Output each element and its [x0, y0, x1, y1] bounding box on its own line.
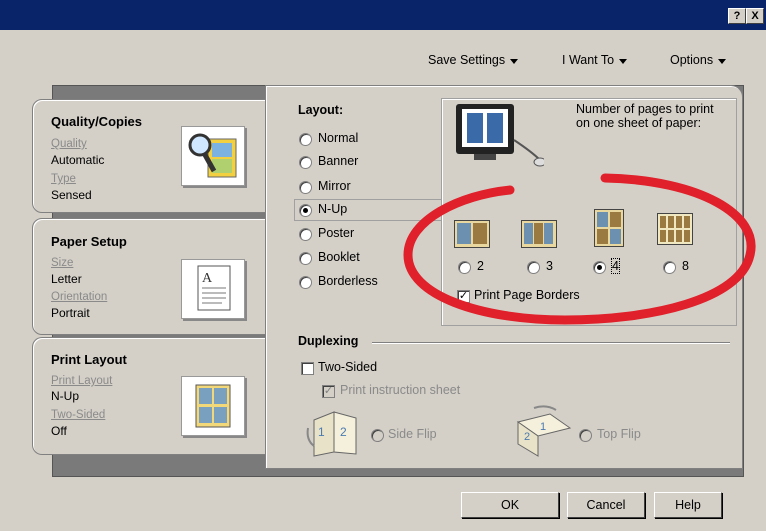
chevron-down-icon	[510, 58, 519, 64]
layout-option-label[interactable]: Borderless	[318, 274, 378, 288]
top-flip-icon: 1 2	[510, 404, 578, 458]
layout-radio-booklet[interactable]	[299, 252, 312, 265]
help-button[interactable]: Help	[654, 492, 722, 518]
tab-print-layout[interactable]: Print Layout Print Layout N-Up Two-Sided…	[32, 337, 267, 455]
help-title-button[interactable]: ?	[728, 8, 746, 24]
side-flip-label[interactable]: Side Flip	[388, 427, 437, 441]
type-label: Type	[51, 173, 76, 185]
tab-title: Paper Setup	[51, 234, 127, 249]
duplexing-divider	[372, 342, 730, 344]
layout-radio-normal[interactable]	[299, 133, 312, 146]
tab-title: Print Layout	[51, 352, 127, 367]
selected-layout-highlight	[294, 199, 441, 221]
orientation-label: Orientation	[51, 291, 108, 303]
title-bar	[0, 0, 766, 30]
side-flip-radio[interactable]	[371, 429, 384, 442]
nup-radio-8[interactable]	[663, 261, 676, 274]
tab-paper-setup[interactable]: Paper Setup Size Letter Orientation Port…	[32, 218, 266, 335]
top-flip-radio[interactable]	[579, 429, 592, 442]
nup-option-label[interactable]: 2	[477, 259, 484, 273]
layout-option-label[interactable]: Banner	[318, 154, 358, 168]
quality-label: Quality	[51, 138, 87, 150]
layout-radio-poster[interactable]	[299, 228, 312, 241]
nup-description: Number of pages to print on one sheet of…	[576, 102, 714, 130]
options-menu[interactable]: Options	[670, 53, 727, 67]
instruction-sheet-checkbox[interactable]: ✓	[322, 385, 335, 398]
i-want-to-menu[interactable]: I Want To	[562, 53, 628, 67]
svg-text:2: 2	[340, 425, 347, 439]
type-value: Sensed	[51, 188, 92, 202]
layout-option-label[interactable]: Normal	[318, 131, 358, 145]
print-layout-value: N-Up	[51, 389, 80, 403]
layout-radio-borderless[interactable]	[299, 276, 312, 289]
two-up-icon	[454, 220, 490, 248]
tab-title: Quality/Copies	[51, 114, 143, 129]
svg-text:1: 1	[318, 425, 325, 439]
monitor-icon	[444, 100, 547, 180]
quality-value: Automatic	[51, 153, 105, 167]
layout-radio-banner[interactable]	[299, 156, 312, 169]
chevron-down-icon	[718, 58, 727, 64]
layout-group-title: Layout:	[298, 103, 344, 117]
tab-quality-copies[interactable]: Quality/Copies Quality Automatic Type Se…	[32, 99, 266, 213]
chevron-down-icon	[619, 58, 628, 64]
nup-radio-2[interactable]	[458, 261, 471, 274]
nup-layout-icon	[181, 376, 245, 436]
i-want-to-label: I Want To	[562, 53, 615, 67]
layout-option-label[interactable]: N-Up	[318, 202, 347, 216]
close-title-button[interactable]: X	[746, 8, 764, 24]
size-label: Size	[51, 257, 74, 269]
document-icon: A	[181, 259, 245, 319]
magnifier-photo-icon	[181, 126, 245, 186]
svg-text:1: 1	[540, 421, 546, 433]
side-flip-icon: 1 2	[304, 406, 368, 458]
nup-radio-3[interactable]	[527, 261, 540, 274]
top-flip-label[interactable]: Top Flip	[597, 427, 641, 441]
eight-up-icon	[657, 213, 693, 245]
two-sided-value: Off	[51, 424, 67, 438]
print-borders-label[interactable]: Print Page Borders	[474, 288, 580, 302]
svg-text:A: A	[202, 271, 213, 286]
nup-option-label[interactable]: 3	[546, 259, 553, 273]
save-settings-menu[interactable]: Save Settings	[428, 53, 519, 67]
layout-radio-mirror[interactable]	[299, 181, 312, 194]
two-sided-label: Two-Sided	[51, 409, 106, 421]
print-borders-checkbox[interactable]: ✓	[457, 290, 470, 303]
three-up-icon	[521, 220, 557, 248]
layout-option-label[interactable]: Booklet	[318, 250, 360, 264]
two-sided-checkbox[interactable]	[301, 362, 314, 375]
svg-text:2: 2	[524, 431, 530, 443]
save-settings-label: Save Settings	[428, 53, 506, 67]
layout-option-label[interactable]: Poster	[318, 226, 354, 240]
print-layout-label: Print Layout	[51, 375, 113, 387]
nup-option-label[interactable]: 8	[682, 259, 689, 273]
size-value: Letter	[51, 272, 82, 286]
two-sided-label[interactable]: Two-Sided	[318, 360, 377, 374]
ok-button[interactable]: OK	[461, 492, 559, 518]
nup-option-label[interactable]: 4	[611, 258, 620, 274]
layout-option-label[interactable]: Mirror	[318, 179, 351, 193]
cancel-button[interactable]: Cancel	[567, 492, 645, 518]
instruction-sheet-label[interactable]: Print instruction sheet	[340, 383, 460, 397]
four-up-icon	[594, 209, 624, 247]
layout-radio-n-up[interactable]	[299, 204, 312, 217]
options-label: Options	[670, 53, 714, 67]
nup-radio-4[interactable]	[593, 261, 606, 274]
duplexing-title: Duplexing	[298, 334, 359, 348]
orientation-value: Portrait	[51, 306, 90, 320]
